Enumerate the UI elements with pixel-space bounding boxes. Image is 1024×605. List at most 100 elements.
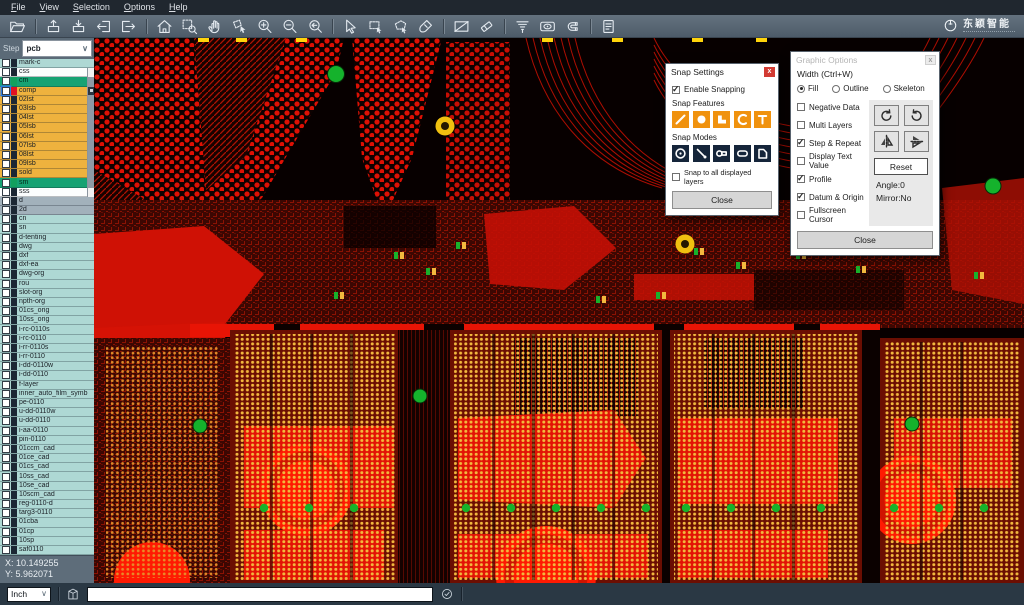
- layer-row-10ss_cad[interactable]: 10ss_cad: [0, 472, 94, 481]
- exit-right-button[interactable]: [116, 16, 141, 36]
- layer-row-01cba[interactable]: 01cba: [0, 518, 94, 527]
- layer-row-pe-0110[interactable]: pe-0110: [0, 399, 94, 408]
- snap-settings-dialog[interactable]: Snap Settings x Enable Snapping Snap Fea…: [665, 63, 779, 216]
- layer-visibility-checkbox[interactable]: [2, 399, 10, 407]
- slot-snap-snap-button[interactable]: [734, 145, 751, 162]
- pad-snap-snap-button[interactable]: [713, 145, 730, 162]
- layer-row-slot-org[interactable]: slot-org: [0, 289, 94, 298]
- home-button[interactable]: [152, 16, 177, 36]
- checkbox[interactable]: [797, 157, 805, 165]
- option-profile[interactable]: Profile: [797, 172, 864, 186]
- layer-visibility-checkbox[interactable]: [2, 188, 10, 196]
- layer-row-cm[interactable]: cm: [0, 77, 94, 86]
- layer-visibility-checkbox[interactable]: [2, 280, 10, 288]
- unit-select[interactable]: Inch ∨: [7, 587, 51, 602]
- menu-item-options[interactable]: Options: [117, 0, 162, 15]
- layer-visibility-checkbox[interactable]: [2, 289, 10, 297]
- layer-visibility-checkbox[interactable]: [2, 224, 10, 232]
- layer-visibility-checkbox[interactable]: [2, 500, 10, 508]
- new-page-icon[interactable]: [66, 587, 80, 601]
- import-down-button[interactable]: [66, 16, 91, 36]
- menu-item-help[interactable]: Help: [162, 0, 195, 15]
- option-negative-data[interactable]: Negative Data: [797, 100, 864, 114]
- layer-row-u-dd-0110[interactable]: u-dd-0110: [0, 417, 94, 426]
- rotate-ccw-button[interactable]: [904, 105, 929, 126]
- menu-item-selection[interactable]: Selection: [66, 0, 117, 15]
- arc-snap-button[interactable]: [734, 111, 751, 128]
- layer-visibility-checkbox[interactable]: [2, 234, 10, 242]
- layer-row-05lsb[interactable]: 05lsb: [0, 123, 94, 132]
- layer-row-d-tenting[interactable]: d-tenting: [0, 234, 94, 243]
- layer-row-npth-org[interactable]: npth-org: [0, 298, 94, 307]
- layer-visibility-checkbox[interactable]: [2, 133, 10, 141]
- option-step-repeat[interactable]: Step & Repeat: [797, 136, 864, 150]
- layer-visibility-checkbox[interactable]: [2, 307, 10, 315]
- checkbox[interactable]: [797, 139, 805, 147]
- command-input[interactable]: [87, 587, 433, 602]
- pan-hand-button[interactable]: [202, 16, 227, 36]
- measure-box-button[interactable]: [449, 16, 474, 36]
- layer-row-sss[interactable]: sss: [0, 188, 94, 197]
- snap-close-button[interactable]: Close: [672, 191, 772, 209]
- circle-snap-button[interactable]: [693, 111, 710, 128]
- layer-row-i-rr-0110s[interactable]: i-rr-0110s: [0, 344, 94, 353]
- polygon-cursor-button[interactable]: [227, 16, 252, 36]
- brush-button[interactable]: [413, 16, 438, 36]
- layer-row-targ3-0110[interactable]: targ3-0110: [0, 509, 94, 518]
- layer-visibility-checkbox[interactable]: [2, 454, 10, 462]
- rect-select-button[interactable]: [363, 16, 388, 36]
- radio-button[interactable]: [883, 85, 891, 93]
- layer-visibility-checkbox[interactable]: [2, 270, 10, 278]
- checkbox[interactable]: [797, 193, 805, 201]
- layer-visibility-checkbox[interactable]: [2, 96, 10, 104]
- layer-row-i-rc-0110s[interactable]: i-rc-0110s: [0, 325, 94, 334]
- layer-row-i-dd-0110w[interactable]: i-dd-0110w: [0, 362, 94, 371]
- layer-row-03lsb[interactable]: 03lsb: [0, 105, 94, 114]
- layer-row-dwg[interactable]: dwg: [0, 243, 94, 252]
- layer-visibility-checkbox[interactable]: [2, 206, 10, 214]
- graphic-options-titlebar[interactable]: Graphic Options x: [791, 52, 939, 67]
- text-t-snap-button[interactable]: [754, 111, 771, 128]
- layer-visibility-checkbox[interactable]: [2, 59, 10, 67]
- layer-visibility-checkbox[interactable]: [2, 445, 10, 453]
- layer-visibility-checkbox[interactable]: [2, 353, 10, 361]
- layer-visibility-checkbox[interactable]: [2, 77, 10, 85]
- step-select[interactable]: pcb ∨: [22, 40, 92, 57]
- snap-all-layers-checkbox[interactable]: [672, 173, 680, 181]
- layer-visibility-checkbox[interactable]: [2, 537, 10, 545]
- magnet-button[interactable]: [560, 16, 585, 36]
- layer-row-css[interactable]: css: [0, 68, 94, 77]
- layer-visibility-checkbox[interactable]: [2, 528, 10, 536]
- layer-visibility-checkbox[interactable]: [2, 197, 10, 205]
- layer-row-02lst[interactable]: 02lst: [0, 96, 94, 105]
- checkbox[interactable]: [797, 103, 805, 111]
- layer-row-07lsb[interactable]: 07lsb: [0, 142, 94, 151]
- layer-row-08lst[interactable]: 08lst: [0, 151, 94, 160]
- layer-row-rou[interactable]: rou: [0, 280, 94, 289]
- layer-row-01ccm_cad[interactable]: 01ccm_cad: [0, 445, 94, 454]
- checkbox[interactable]: [797, 175, 805, 183]
- option-display-text-value[interactable]: Display Text Value: [797, 154, 864, 168]
- layer-visibility-checkbox[interactable]: [2, 261, 10, 269]
- snap-settings-titlebar[interactable]: Snap Settings x: [666, 64, 778, 79]
- layer-row-01ce_cad[interactable]: 01ce_cad: [0, 454, 94, 463]
- flip-v-button[interactable]: [904, 131, 929, 152]
- layer-visibility-checkbox[interactable]: [2, 518, 10, 526]
- layer-visibility-checkbox[interactable]: [2, 142, 10, 150]
- select-pointer-button[interactable]: [338, 16, 363, 36]
- graphic-close-button[interactable]: Close: [797, 231, 933, 249]
- layer-visibility-checkbox[interactable]: [2, 390, 10, 398]
- layer-row-cn[interactable]: cn: [0, 215, 94, 224]
- checkbox[interactable]: [797, 211, 805, 219]
- radio-button[interactable]: [797, 85, 805, 93]
- layer-row-06lst[interactable]: 06lst: [0, 133, 94, 142]
- layer-row-01cp[interactable]: 01cp: [0, 528, 94, 537]
- layer-visibility-checkbox[interactable]: [2, 417, 10, 425]
- apply-check-icon[interactable]: [440, 587, 454, 601]
- graphic-options-dialog[interactable]: Graphic Options x Width (Ctrl+W) FillOut…: [790, 51, 940, 256]
- layer-row-comp[interactable]: comp: [0, 87, 94, 96]
- layer-row-reg-0110-d[interactable]: reg-0110-d: [0, 500, 94, 509]
- rotate-cw-button[interactable]: [874, 105, 899, 126]
- layer-row-10sp[interactable]: 10sp: [0, 537, 94, 546]
- layer-visibility-checkbox[interactable]: [2, 105, 10, 113]
